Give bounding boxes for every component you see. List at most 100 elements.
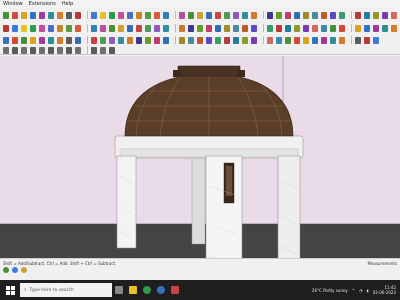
toolbar-tool-icon[interactable] [118,36,124,44]
toolbar-tool-icon[interactable] [66,11,72,19]
toolbar-tool-icon[interactable] [179,36,185,44]
toolbar-tool-icon[interactable] [145,36,151,44]
credits-icon[interactable] [12,267,18,273]
toolbar-tool-icon[interactable] [12,24,18,32]
toolbar-tool-icon[interactable] [215,11,221,19]
toolbar-tool-icon[interactable] [391,11,397,19]
toolbar-tool-icon[interactable] [91,36,97,44]
toolbar-tool-icon[interactable] [355,11,361,19]
toolbar-tool-icon[interactable] [21,11,27,19]
toolbar-tool-icon[interactable] [109,46,115,54]
toolbar-tool-icon[interactable] [21,46,27,54]
toolbar-tool-icon[interactable] [364,24,370,32]
toolbar-tool-icon[interactable] [188,36,194,44]
toolbar-tool-icon[interactable] [39,46,45,54]
toolbar-tool-icon[interactable] [75,46,81,54]
toolbar-tool-icon[interactable] [206,36,212,44]
toolbar-tool-icon[interactable] [321,24,327,32]
toolbar-tool-icon[interactable] [57,36,63,44]
toolbar-tool-icon[interactable] [48,24,54,32]
toolbar-tool-icon[interactable] [373,24,379,32]
toolbar-tool-icon[interactable] [242,36,248,44]
toolbar-tool-icon[interactable] [57,24,63,32]
toolbar-tool-icon[interactable] [127,24,133,32]
toolbar-tool-icon[interactable] [330,11,336,19]
toolbar-tool-icon[interactable] [233,24,239,32]
toolbar-tool-icon[interactable] [339,36,345,44]
toolbar-tool-icon[interactable] [251,36,257,44]
toolbar-tool-icon[interactable] [12,11,18,19]
toolbar-tool-icon[interactable] [154,36,160,44]
toolbar-tool-icon[interactable] [179,11,185,19]
toolbar-tool-icon[interactable] [294,36,300,44]
toolbar-tool-icon[interactable] [163,24,169,32]
toolbar-tool-icon[interactable] [100,36,106,44]
model-viewport[interactable] [0,56,400,258]
toolbar-tool-icon[interactable] [197,36,203,44]
menu-item[interactable]: Help [62,0,73,8]
toolbar-tool-icon[interactable] [48,11,54,19]
toolbar-tool-icon[interactable] [127,11,133,19]
toolbar-tool-icon[interactable] [312,24,318,32]
toolbar-tool-icon[interactable] [364,11,370,19]
toolbar-tool-icon[interactable] [39,36,45,44]
toolbar-tool-icon[interactable] [215,36,221,44]
toolbar-tool-icon[interactable] [215,24,221,32]
taskbar-app-edge[interactable] [154,283,168,297]
toolbar-tool-icon[interactable] [154,11,160,19]
toolbar-tool-icon[interactable] [100,11,106,19]
weather-widget[interactable]: 26°C Partly sunny [312,288,348,293]
toolbar-tool-icon[interactable] [75,24,81,32]
toolbar-tool-icon[interactable] [12,46,18,54]
toolbar-tool-icon[interactable] [330,36,336,44]
toolbar-tool-icon[interactable] [3,11,9,19]
toolbar-tool-icon[interactable] [91,46,97,54]
account-icon[interactable] [21,267,27,273]
menu-item[interactable]: Window [3,0,23,8]
toolbar-tool-icon[interactable] [382,11,388,19]
toolbar-tool-icon[interactable] [391,24,397,32]
toolbar-tool-icon[interactable] [48,46,54,54]
toolbar-tool-icon[interactable] [285,24,291,32]
clock[interactable]: 11:42 02-06-2022 [373,285,396,295]
toolbar-tool-icon[interactable] [57,11,63,19]
toolbar-tool-icon[interactable] [100,46,106,54]
toolbar-tool-icon[interactable] [373,11,379,19]
task-view-button[interactable] [112,283,126,297]
toolbar-tool-icon[interactable] [154,24,160,32]
toolbar-tool-icon[interactable] [39,11,45,19]
menu-item[interactable]: Extensions [29,0,56,8]
toolbar-tool-icon[interactable] [242,24,248,32]
toolbar-tool-icon[interactable] [294,11,300,19]
taskbar-search-box[interactable]: ⌕ Type here to search [20,283,112,297]
toolbar-tool-icon[interactable] [163,36,169,44]
toolbar-tool-icon[interactable] [57,46,63,54]
toolbar-tool-icon[interactable] [285,36,291,44]
toolbar-tool-icon[interactable] [339,11,345,19]
taskbar-app-sketchup[interactable] [168,283,182,297]
toolbar-tool-icon[interactable] [3,36,9,44]
chevron-up-icon[interactable]: ^ [352,288,355,293]
toolbar-tool-icon[interactable] [373,36,379,44]
toolbar-tool-icon[interactable] [179,24,185,32]
toolbar-tool-icon[interactable] [136,36,142,44]
toolbar-tool-icon[interactable] [188,11,194,19]
toolbar-tool-icon[interactable] [206,24,212,32]
toolbar-tool-icon[interactable] [224,11,230,19]
toolbar-tool-icon[interactable] [251,11,257,19]
toolbar-tool-icon[interactable] [233,36,239,44]
toolbar-tool-icon[interactable] [145,24,151,32]
toolbar-tool-icon[interactable] [136,11,142,19]
toolbar-tool-icon[interactable] [118,24,124,32]
toolbar-tool-icon[interactable] [197,24,203,32]
toolbar-tool-icon[interactable] [91,24,97,32]
toolbar-tool-icon[interactable] [339,24,345,32]
toolbar-tool-icon[interactable] [66,46,72,54]
toolbar-tool-icon[interactable] [276,11,282,19]
toolbar-tool-icon[interactable] [233,11,239,19]
toolbar-tool-icon[interactable] [109,11,115,19]
toolbar-tool-icon[interactable] [66,24,72,32]
toolbar-tool-icon[interactable] [197,11,203,19]
toolbar-tool-icon[interactable] [109,36,115,44]
toolbar-tool-icon[interactable] [294,24,300,32]
